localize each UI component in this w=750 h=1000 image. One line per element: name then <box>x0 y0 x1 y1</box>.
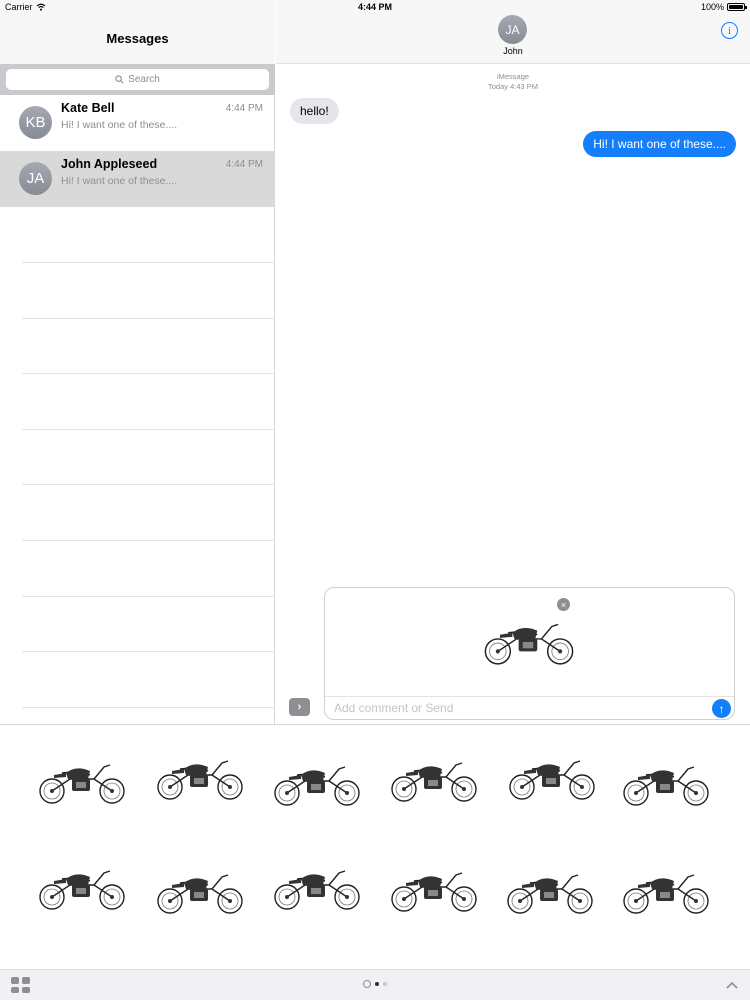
send-button[interactable]: ↑ <box>712 699 731 718</box>
conversation-row-kate-bell[interactable]: KB Kate Bell 4:44 PM Hi! I want one of t… <box>0 95 275 151</box>
compose-box: × ↑ <box>324 587 735 720</box>
contact-name: John Appleseed <box>61 157 158 171</box>
page-dot[interactable] <box>375 982 379 986</box>
motorcycle-sticker[interactable] <box>150 745 250 809</box>
sticker-tray <box>0 724 750 969</box>
app-drawer-bar <box>0 969 750 1000</box>
motorcycle-sticker[interactable] <box>384 747 484 811</box>
contact-title[interactable]: John <box>276 46 750 56</box>
chevron-up-icon[interactable] <box>724 977 740 993</box>
contact-avatar[interactable]: JA <box>498 15 527 44</box>
incoming-message-bubble[interactable]: hello! <box>290 98 339 124</box>
divider <box>22 484 275 485</box>
divider <box>22 262 275 263</box>
message-timestamp: Today 4:43 PM <box>487 82 539 91</box>
message-input[interactable] <box>334 698 704 718</box>
motorcycle-sticker[interactable] <box>500 859 600 923</box>
search-placeholder: Search <box>128 74 160 85</box>
battery-indicator: 100% <box>700 2 747 12</box>
conversation-preview: Hi! I want one of these.... <box>61 175 178 187</box>
motorcycle-sticker[interactable] <box>502 745 602 809</box>
info-icon[interactable]: i <box>721 22 738 39</box>
motorcycle-sticker[interactable] <box>32 749 132 813</box>
conversation-preview: Hi! I want one of these.... <box>61 119 178 131</box>
outgoing-message-bubble[interactable]: Hi! I want one of these.... <box>583 131 736 157</box>
motorcycle-sticker[interactable] <box>384 857 484 921</box>
search-icon <box>115 75 124 84</box>
divider <box>22 707 275 708</box>
conversation-time: 4:44 PM <box>225 159 263 170</box>
motorcycle-sticker[interactable] <box>150 859 250 923</box>
page-dot[interactable] <box>383 982 387 986</box>
conversation-list-pane: Messages Search KB Kate Bell 4:44 PM Hi!… <box>0 0 275 724</box>
recents-icon[interactable] <box>363 980 371 988</box>
sidebar-title: Messages <box>106 31 169 46</box>
avatar: KB <box>19 106 52 139</box>
divider <box>22 540 275 541</box>
message-meta: iMessage Today 4:43 PM <box>276 72 750 92</box>
motorcycle-sticker[interactable] <box>32 855 132 919</box>
divider <box>22 651 275 652</box>
motorcycle-sticker[interactable] <box>267 751 367 815</box>
motorcycle-sticker[interactable] <box>616 859 716 923</box>
conversation-pane: JA John i iMessage Today 4:43 PM hello! … <box>276 0 750 724</box>
expand-apps-button[interactable]: › <box>289 698 310 716</box>
conversation-row-john-appleseed[interactable]: JA John Appleseed 4:44 PM Hi! I want one… <box>0 151 275 207</box>
search-input[interactable]: Search <box>6 69 269 90</box>
status-bar: Carrier 4:44 PM 100% <box>0 0 750 14</box>
contact-name: Kate Bell <box>61 101 115 115</box>
divider <box>22 596 275 597</box>
page-indicator[interactable] <box>0 980 750 988</box>
avatar: JA <box>19 162 52 195</box>
service-label: iMessage <box>496 72 530 81</box>
divider <box>22 373 275 374</box>
search-bar-container: Search <box>0 64 275 95</box>
divider <box>22 429 275 430</box>
motorcycle-sticker[interactable] <box>616 751 716 815</box>
attached-motorcycle-sticker[interactable] <box>477 614 581 668</box>
battery-icon <box>727 3 747 11</box>
divider <box>325 696 734 697</box>
messages-app: Messages Search KB Kate Bell 4:44 PM Hi!… <box>0 0 750 1000</box>
status-time: 4:44 PM <box>357 2 392 12</box>
conversation-time: 4:44 PM <box>225 103 263 114</box>
battery-percent: 100% <box>700 2 724 12</box>
divider <box>22 318 275 319</box>
motorcycle-sticker[interactable] <box>267 855 367 919</box>
remove-attachment-button[interactable]: × <box>557 598 570 611</box>
